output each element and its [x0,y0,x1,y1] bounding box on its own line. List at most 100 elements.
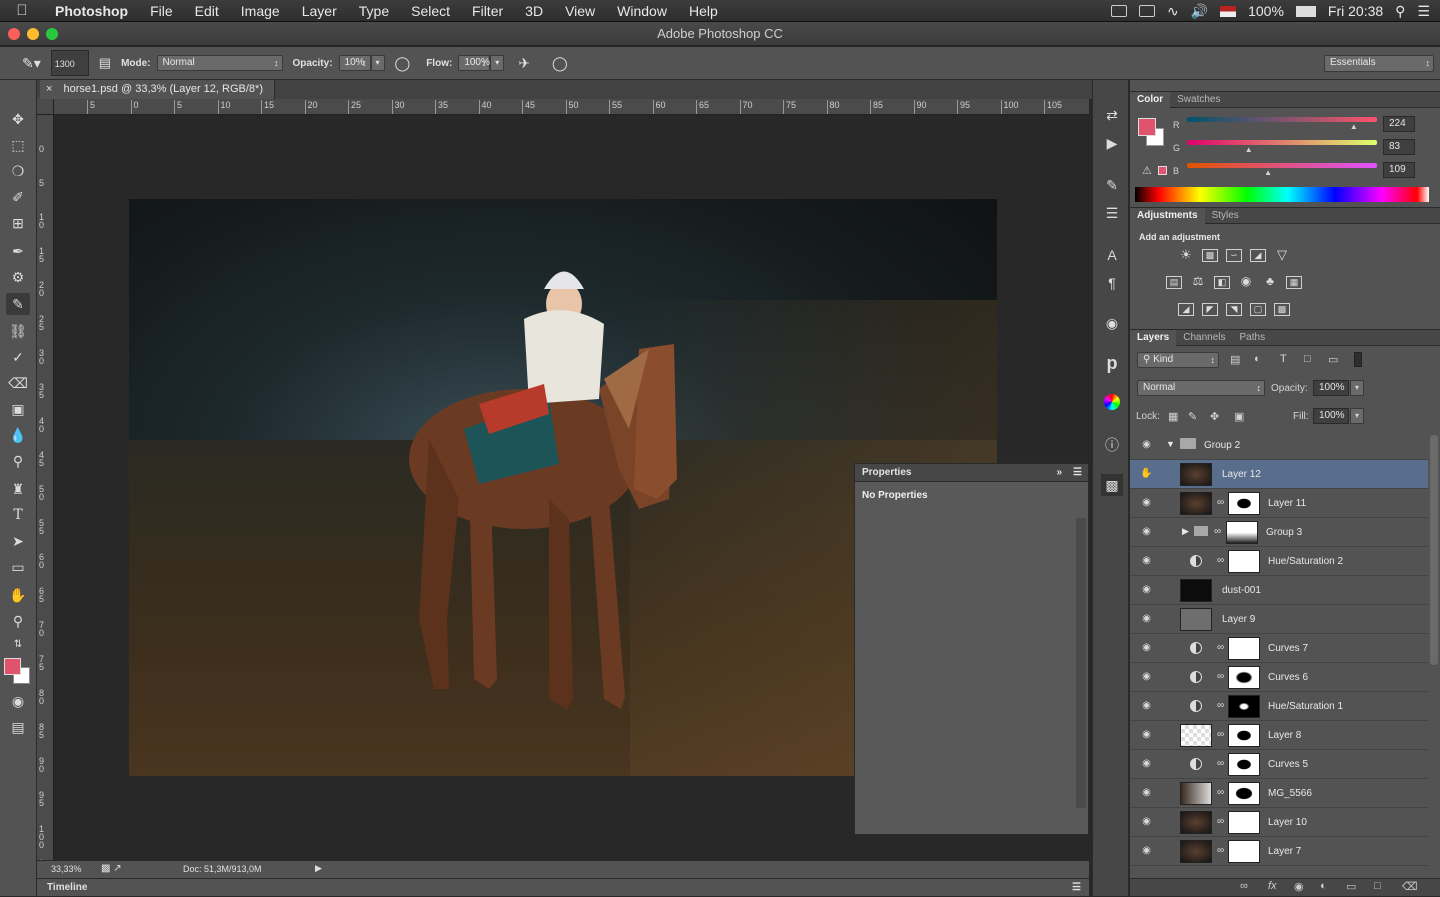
menu-select[interactable]: Select [400,3,461,19]
mask-link-icon[interactable]: ∞ [1214,526,1221,537]
green-slider[interactable] [1187,140,1377,145]
visibility-eye-icon[interactable]: ◉ [1140,700,1153,712]
menu-view[interactable]: View [554,3,606,19]
rectangle-tool-icon[interactable]: ▭ [6,556,30,578]
visibility-eye-icon[interactable]: ◉ [1140,555,1153,567]
layer-row-layer-9[interactable]: ◉ Layer 9 [1130,605,1428,634]
horizontal-ruler[interactable]: 5 0 5 10 15 20 25 30 35 40 45 50 55 60 65 70 75 80 85 90 95 1… [54,99,1089,115]
clone-stamp-tool-icon[interactable]: ⛓ [6,320,30,342]
link-layers-icon[interactable]: ∞ [1240,880,1248,892]
opacity-field[interactable]: 10% [338,55,371,71]
hand-tool-icon[interactable]: ✋ [6,584,30,606]
battery-percent[interactable]: 100% [1248,3,1284,19]
new-group-icon[interactable]: ▭ [1346,880,1356,893]
color-wheel-panel-icon[interactable] [1101,394,1123,416]
layer-mask-thumbnail[interactable] [1228,637,1260,660]
visibility-eye-icon[interactable]: ◉ [1140,439,1153,451]
menu-filter[interactable]: Filter [461,3,514,19]
brightness-contrast-icon[interactable]: ☀ [1178,248,1194,262]
green-value-field[interactable]: 83 [1383,139,1415,155]
expand-group-icon[interactable]: ▶ [1182,526,1189,537]
layer-opacity-slider-button[interactable]: ▾ [1350,380,1364,396]
layer-mask-thumbnail[interactable] [1228,840,1260,863]
color-lookup-icon[interactable]: ▦ [1286,276,1302,289]
collapse-panel-icon[interactable]: » [1056,464,1062,482]
opacity-slider-button[interactable]: ▾ [370,55,385,71]
move-tool-icon[interactable]: ✥ [6,108,30,130]
layer-row-layer-12[interactable]: ✋ Layer 12 [1130,460,1428,489]
expand-group-icon[interactable]: ▼ [1166,439,1175,449]
layer-row-group-2[interactable]: ◉ ▼ Group 2 [1130,431,1428,460]
filter-adjustment-layers-icon[interactable]: ◐ [1254,353,1261,365]
menu-type[interactable]: Type [348,3,400,19]
kuler-panel-icon[interactable]: ◉ [1101,312,1123,334]
layers-scrollbar[interactable] [1430,435,1438,665]
color-balance-icon[interactable]: ⚖ [1190,275,1206,289]
layer-row-layer-7[interactable]: ◉ ∞ Layer 7 [1130,837,1428,866]
tab-color[interactable]: Color [1130,92,1171,108]
healing-brush-tool-icon[interactable]: ⚙ [6,266,30,288]
visibility-eye-icon[interactable]: ◉ [1140,526,1153,538]
filter-pixel-layers-icon[interactable]: ▤ [1230,353,1240,366]
workspace-switcher[interactable]: Essentials [1324,55,1434,72]
flow-slider-button[interactable]: ▾ [490,55,505,71]
plugin-p-panel-icon[interactable]: p [1101,352,1123,374]
menu-file[interactable]: File [139,3,184,19]
filter-type-layers-icon[interactable]: T [1280,353,1287,365]
paragraph-panel-icon[interactable]: ¶ [1101,272,1123,294]
clock[interactable]: Fri 20:38 [1328,3,1383,19]
properties-panel-icon[interactable]: ▩ [1101,474,1123,496]
tab-swatches[interactable]: Swatches [1170,92,1227,108]
filter-smart-objects-icon[interactable]: ▭ [1328,353,1338,366]
red-slider-thumb[interactable]: ▲ [1350,122,1358,131]
filter-shape-layers-icon[interactable]: □ [1304,353,1311,365]
properties-scrollbar[interactable] [1076,518,1086,808]
brush-presets-panel-icon[interactable]: ✎ [1101,174,1123,196]
layer-row-hue-saturation-1[interactable]: ◉ ∞ Hue/Saturation 1 [1130,692,1428,721]
pen-tool-icon[interactable]: ♜ [6,478,30,500]
brush-tool-preset-icon[interactable]: ✎▾ [22,55,41,72]
layer-mask-thumbnail[interactable] [1228,695,1260,718]
battery-icon[interactable] [1295,5,1316,17]
out-of-gamut-swatch[interactable] [1158,166,1167,175]
visibility-eye-icon[interactable]: ◉ [1140,787,1153,799]
gradient-map-icon[interactable]: ▩ [1274,303,1290,316]
selective-color-icon[interactable]: ▢ [1250,303,1266,316]
type-tool-icon[interactable]: T [6,504,30,526]
pressure-size-icon[interactable]: ◯ [552,55,568,72]
layer-opacity-field[interactable]: 100% [1313,380,1349,396]
layer-mask-thumbnail[interactable] [1226,521,1258,544]
photo-filter-icon[interactable]: ◉ [1238,275,1254,289]
layer-mask-thumbnail[interactable] [1228,492,1260,515]
red-slider[interactable] [1187,117,1377,122]
layer-mask-thumbnail[interactable] [1228,753,1260,776]
image-capture-icon[interactable] [1110,5,1127,17]
character-panel-icon[interactable]: A [1101,244,1123,266]
mask-link-icon[interactable]: ∞ [1217,555,1224,566]
layer-row-curves-7[interactable]: ◉ ∞ Curves 7 [1130,634,1428,663]
apple-icon[interactable]:  [0,2,44,19]
minimize-window-button[interactable] [27,28,39,40]
foreground-color-swatch[interactable] [4,658,21,675]
timeline-panel-tab[interactable]: Timeline ☰ [37,878,1089,896]
layer-mask-thumbnail[interactable] [1228,666,1260,689]
quick-mask-icon[interactable]: ◉ [6,690,30,712]
layer-row-curves-6[interactable]: ◉ ∞ Curves 6 [1130,663,1428,692]
blur-tool-icon[interactable]: 💧 [6,424,30,446]
menu-app-name[interactable]: Photoshop [44,3,139,19]
mask-link-icon[interactable]: ∞ [1217,497,1224,508]
flow-field[interactable]: 100% [458,55,491,71]
crop-tool-icon[interactable]: ⊞ [6,212,30,234]
brush-panel-toggle-icon[interactable]: ▤ [99,55,111,71]
visibility-eye-icon[interactable]: ◉ [1140,758,1153,770]
exposure-icon[interactable]: ◢ [1250,249,1266,262]
swap-colors-icon[interactable]: ⇅ [6,634,30,656]
menu-help[interactable]: Help [678,3,729,19]
airbrush-icon[interactable]: ✈ [518,55,530,72]
visibility-hand-cursor-icon[interactable]: ✋ [1140,468,1153,480]
mode-dropdown[interactable]: Normal [156,55,283,71]
document-tab[interactable]: × horse1.psd @ 33,3% (Layer 12, RGB/8*) [40,80,275,99]
eraser-tool-icon[interactable]: ⌫ [6,372,30,394]
visibility-eye-icon[interactable]: ◉ [1140,642,1153,654]
tab-channels[interactable]: Channels [1176,330,1232,346]
